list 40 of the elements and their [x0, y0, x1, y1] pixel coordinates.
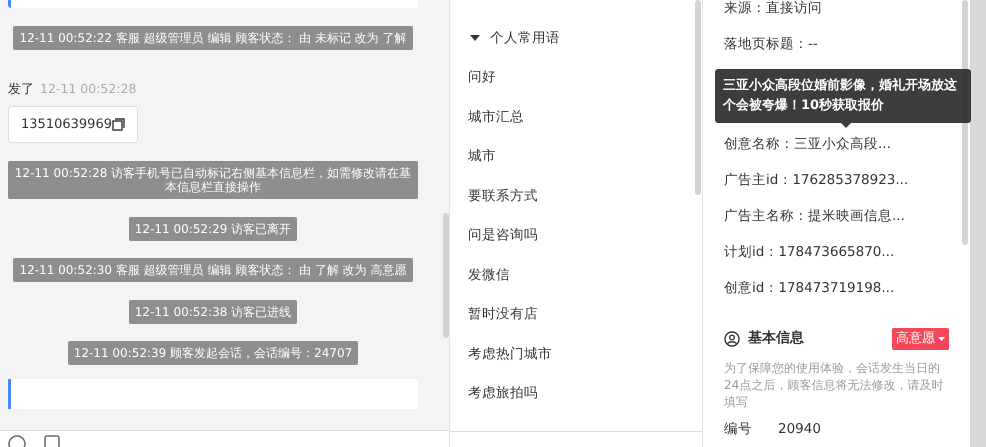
sender-name: 发了 — [8, 81, 34, 99]
info-row-text: 计划id：178473665870... — [724, 244, 896, 262]
system-notice: 12-11 00:52:39 顾客发起会话，会话编号：24707 — [68, 341, 358, 365]
phrase-item[interactable]: 问好 — [450, 58, 702, 98]
caret-icon — [470, 35, 480, 42]
system-notice: 12-11 00:52:29 访客已离开 — [128, 217, 298, 241]
image-icon[interactable] — [44, 435, 60, 447]
scrollbar[interactable] — [695, 0, 701, 195]
phrase-item[interactable]: 城市 — [450, 137, 702, 177]
system-notice: 12-11 00:52:28 访客手机号已自动标记右侧基本信息栏，如需修改请在基本信息栏直接操作 — [8, 161, 418, 199]
phrase-item[interactable]: 考虑旅拍吗 — [450, 374, 702, 414]
scrollbar[interactable] — [443, 213, 449, 338]
system-notice: 12-11 00:52:22 客服 超级管理员 编辑 顾客状态： 由 未标记 改为 了解 — [13, 26, 413, 50]
phrase-group[interactable]: 个人常用语 — [450, 0, 702, 58]
info-row-text: 广告主名称：提米映画信息... — [724, 208, 906, 226]
info-row-text: 创意名称：三亚小众高段... — [724, 136, 892, 154]
phrase-item[interactable]: 考虑热门城市 — [450, 334, 702, 374]
field-label: 编号 — [724, 420, 752, 438]
info-row-text: 创意id：178473719198... — [724, 280, 896, 298]
info-row-text: 广告主id：176285378923... — [724, 172, 910, 190]
caret-icon — [938, 336, 945, 341]
field-value: 20940 — [778, 420, 821, 438]
system-notice: 12-11 00:52:30 客服 超级管理员 编辑 顾客状态： 由 了解 改为 高意愿 — [13, 258, 413, 282]
phrase-item[interactable]: 城市汇总 — [450, 98, 702, 138]
info-row-text: 落地页标题：-- — [724, 36, 819, 54]
phrase-item[interactable]: 要联系方式 — [450, 176, 702, 216]
user-icon — [724, 330, 740, 347]
phone-number: 13510639969 — [21, 116, 112, 134]
info-note: 为了保障您的使用体验，会话发生当日的24点之后，顾客信息将无法修改，请及时填写 — [724, 360, 944, 410]
emoji-icon[interactable] — [8, 435, 26, 447]
message-time: 12-11 00:52:28 — [40, 80, 136, 98]
info-row-text: 来源：直接访问 — [724, 0, 823, 18]
copy-icon[interactable] — [112, 118, 125, 131]
tooltip-arrow — [841, 123, 851, 128]
phrase-item[interactable]: 问是咨询吗 — [450, 216, 702, 256]
system-notice: 12-11 00:52:38 访客已进线 — [128, 300, 298, 324]
phrase-item[interactable]: 暂时没有店 — [450, 295, 702, 335]
status-dropdown[interactable]: 高意愿 — [892, 328, 949, 350]
phrase-item[interactable]: 发微信 — [450, 256, 702, 296]
section-title: 基本信息 — [748, 329, 805, 348]
